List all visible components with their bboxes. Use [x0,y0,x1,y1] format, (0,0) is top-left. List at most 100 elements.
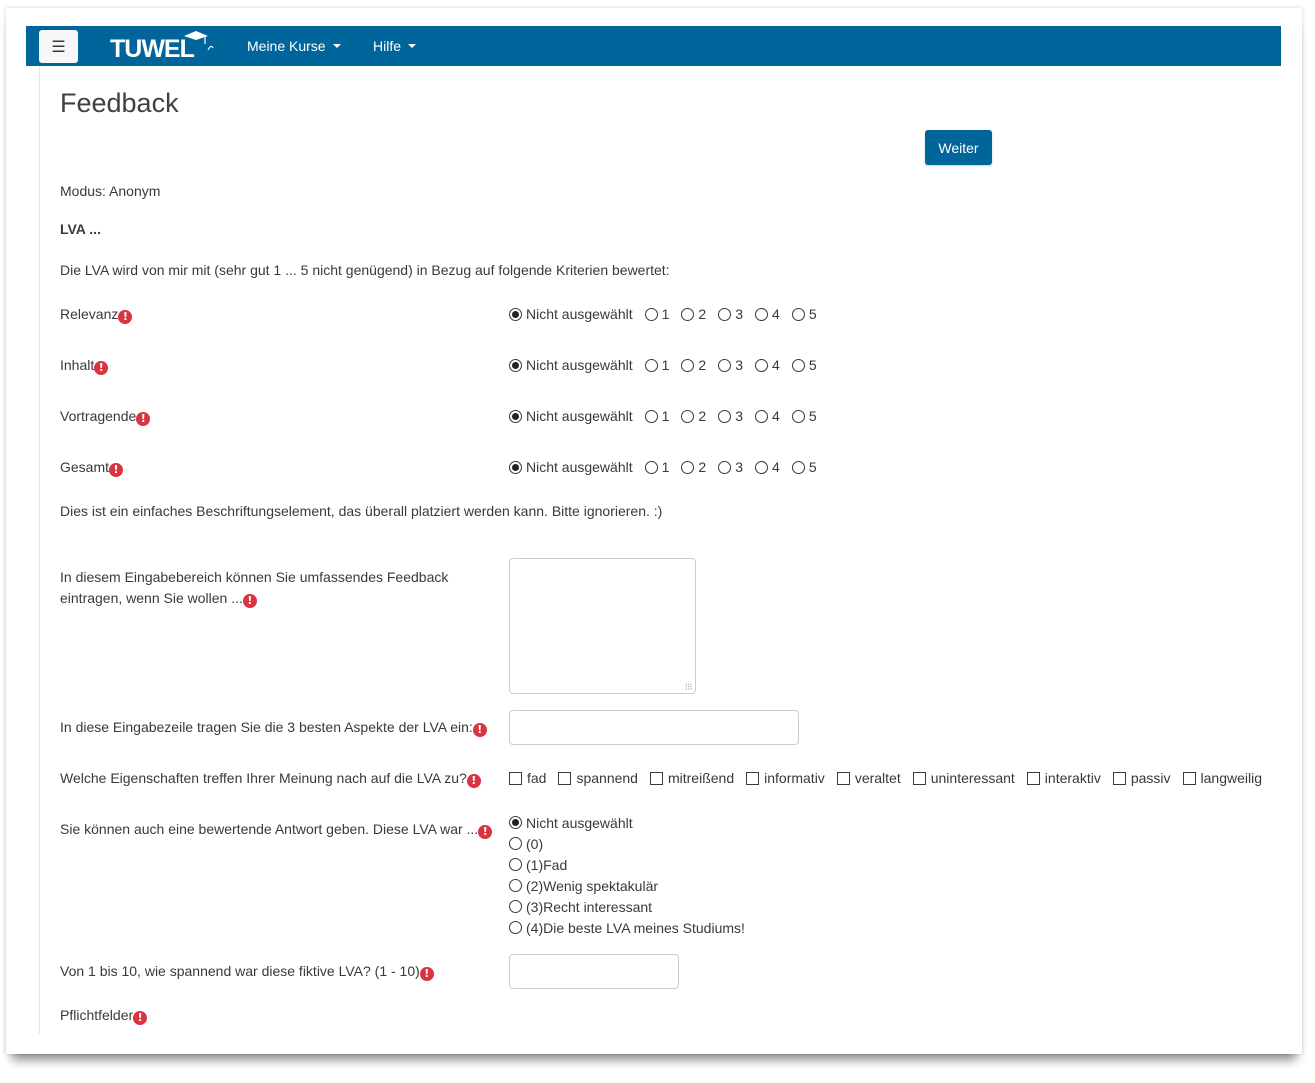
checkbox[interactable] [836,771,850,785]
evaluative-option[interactable]: (0) [509,833,745,854]
tuwel-logo[interactable]: TUWEL [108,30,218,63]
feedback-textarea[interactable] [509,558,696,694]
rating-option[interactable]: 1 [644,459,669,475]
rating-option[interactable]: 3 [718,459,743,475]
rating-option[interactable]: Nicht ausgewählt [509,408,633,424]
property-checkbox-option[interactable]: passiv [1112,770,1171,786]
property-checkbox-option[interactable]: langweilig [1182,770,1262,786]
checkbox[interactable] [509,771,522,785]
radio-button[interactable] [718,307,732,321]
aspects-input[interactable] [509,710,799,745]
radio-button[interactable] [644,409,658,423]
rating-option[interactable]: 5 [791,357,817,373]
radio-button[interactable] [718,358,732,372]
radio-button[interactable] [509,409,522,423]
checkbox[interactable] [1182,771,1196,785]
mode-text: Modus: Anonym [60,183,161,199]
rating-option[interactable]: 3 [718,408,743,424]
rating-option[interactable]: Nicht ausgewählt [509,306,633,322]
checkbox[interactable] [1112,771,1126,785]
evaluative-option[interactable]: (1)Fad [509,854,745,875]
radio-button[interactable] [718,460,732,474]
radio-button[interactable] [791,409,805,423]
next-button[interactable]: Weiter [925,130,992,165]
evaluative-option[interactable]: Nicht ausgewählt [509,812,745,833]
property-checkbox-option[interactable]: spannend [558,770,638,786]
radio-button[interactable] [681,409,695,423]
radio-button[interactable] [681,307,695,321]
radio-button[interactable] [644,460,658,474]
property-checkbox-option[interactable]: informativ [746,770,825,786]
radio-button[interactable] [509,879,522,892]
radio-button[interactable] [509,460,522,474]
logo-text: TUWEL [110,35,195,62]
radio-button[interactable] [791,358,805,372]
checkbox[interactable] [649,771,663,785]
property-checkbox-option[interactable]: interaktiv [1026,770,1101,786]
rating-option[interactable]: 5 [791,459,817,475]
evaluative-option[interactable]: (2)Wenig spektakulär [509,875,745,896]
nav-hilfe[interactable]: Hilfe [373,38,417,54]
radio-button[interactable] [509,358,522,372]
checkbox[interactable] [1026,771,1040,785]
radio-button[interactable] [755,358,769,372]
rating-option[interactable]: 1 [644,357,669,373]
rating-label: Vortragende! [60,408,151,426]
rating-option[interactable]: Nicht ausgewählt [509,357,633,373]
radio-button[interactable] [644,358,658,372]
radio-button[interactable] [509,816,522,829]
rating-option[interactable]: 2 [681,357,706,373]
radio-button[interactable] [644,307,658,321]
radio-button[interactable] [718,409,732,423]
property-checkbox-option[interactable]: mitreißend [649,770,734,786]
rating-option[interactable]: 3 [718,306,743,322]
rating-option[interactable]: 2 [681,459,706,475]
evaluative-radio-group: Nicht ausgewählt (0) (1)Fad (2)Wenig spekta… [509,812,745,938]
required-icon: ! [109,463,124,477]
radio-button[interactable] [509,921,522,934]
rating-option[interactable]: 3 [718,357,743,373]
rating-option[interactable]: 2 [681,408,706,424]
rating-option[interactable]: 5 [791,408,817,424]
required-icon: ! [118,310,133,324]
radio-button[interactable] [791,307,805,321]
rating-option[interactable]: 4 [755,306,780,322]
rating-option[interactable]: 1 [644,408,669,424]
nav-meine-kurse[interactable]: Meine Kurse [247,38,341,54]
page-title: Feedback [60,88,179,118]
property-checkbox-option[interactable]: fad [509,770,546,786]
rating-option[interactable]: 4 [755,408,780,424]
rating-option[interactable]: 2 [681,306,706,322]
radio-button[interactable] [509,900,522,913]
radio-button[interactable] [681,460,695,474]
evaluative-option[interactable]: (3)Recht interessant [509,896,745,917]
label-element: Dies ist ein einfaches Beschriftungselem… [60,503,663,519]
rating-option[interactable]: 4 [755,459,780,475]
rating-option[interactable]: 5 [791,306,817,322]
checkbox[interactable] [912,771,926,785]
property-checkbox-option[interactable]: veraltet [836,770,901,786]
checkbox[interactable] [746,771,760,785]
rating-option[interactable]: 1 [644,306,669,322]
checkbox[interactable] [558,771,572,785]
radio-button[interactable] [681,358,695,372]
menu-toggle-button[interactable]: ☰ [39,30,78,63]
rating-option[interactable]: 4 [755,357,780,373]
radio-button[interactable] [509,837,522,850]
radio-button[interactable] [509,858,522,871]
properties-checkbox-group: fad spannend mitreißend informativ veraltet u… [509,770,1274,786]
radio-button[interactable] [791,460,805,474]
property-checkbox-option[interactable]: uninteressant [912,770,1015,786]
resize-handle-icon[interactable] [685,683,692,690]
evaluative-option[interactable]: (4)Die beste LVA meines Studiums! [509,917,745,938]
properties-label: Welche Eigenschaften treffen Ihrer Meinu… [60,770,481,788]
radio-button[interactable] [509,307,522,321]
radio-button[interactable] [755,460,769,474]
required-icon: ! [242,594,257,608]
scale-input[interactable] [509,954,679,989]
radio-button[interactable] [755,307,769,321]
evaluative-label: Sie können auch eine bewertende Antwort … [60,821,493,839]
radio-button[interactable] [755,409,769,423]
rating-option[interactable]: Nicht ausgewählt [509,459,633,475]
hamburger-icon: ☰ [51,38,66,56]
